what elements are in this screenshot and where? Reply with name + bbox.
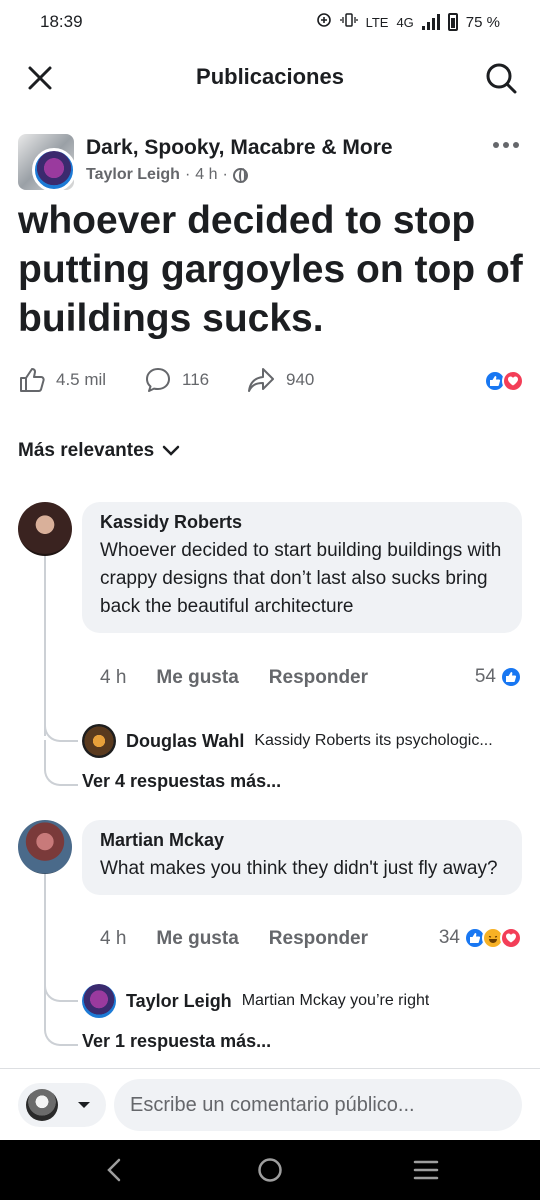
reply-text: Martian Mckay you’re right — [241, 992, 430, 1009]
group-name[interactable]: Dark, Spooky, Macabre & More — [86, 136, 393, 160]
share-count: 940 — [286, 370, 315, 389]
comment-reactions[interactable]: 54 — [475, 666, 522, 688]
post-meta: Taylor Leigh · 4 h · — [86, 166, 248, 184]
volte-label: LTE — [365, 14, 389, 30]
commenter-avatar[interactable] — [18, 502, 72, 556]
comment-bubble[interactable]: Martian Mckay What makes you think they … — [82, 820, 522, 895]
post-as-selector[interactable] — [18, 1083, 106, 1127]
more-options-button[interactable] — [488, 130, 524, 160]
thread-branch — [44, 966, 78, 1002]
thread-branch — [44, 740, 78, 786]
network-label: 4G — [396, 14, 414, 30]
reaction-stack — [464, 927, 522, 949]
thread-branch — [44, 1000, 78, 1046]
page-title: Publicaciones — [196, 64, 344, 89]
comment-sort-dropdown[interactable]: Más relevantes — [18, 440, 180, 462]
post-reactions[interactable] — [484, 370, 524, 392]
comment-count: 116 — [182, 370, 210, 389]
comment-time[interactable]: 4 h — [100, 667, 126, 689]
post-text: whoever decided to stop putting gargoyle… — [18, 199, 523, 340]
reply-preview[interactable]: Taylor Leigh Martian Mckay you’re right — [82, 984, 522, 1018]
reply-text: Kassidy Roberts its psychologic... — [254, 732, 493, 749]
meta-separator: · — [184, 166, 191, 183]
chevron-down-icon — [163, 445, 180, 456]
battery-icon — [447, 13, 458, 31]
view-more-replies[interactable]: Ver 1 respuesta más... — [82, 1031, 271, 1052]
love-reaction-icon — [500, 927, 522, 949]
search-icon — [486, 63, 517, 94]
reply-author[interactable]: Taylor Leigh — [126, 991, 232, 1012]
thumbs-up-icon — [20, 368, 45, 392]
back-icon — [107, 1158, 121, 1182]
current-user-avatar — [26, 1089, 58, 1121]
globe-icon — [232, 167, 248, 183]
share-button[interactable]: 940 — [246, 366, 314, 394]
menu-icon — [413, 1160, 439, 1180]
home-icon — [258, 1158, 282, 1182]
comment-reactions[interactable]: 34 — [439, 927, 522, 949]
group-avatar[interactable] — [18, 134, 74, 190]
reply-avatar[interactable] — [82, 984, 116, 1018]
like-count: 4.5 mil — [56, 370, 107, 389]
more-horizontal-icon — [493, 142, 519, 148]
comment-composer: Escribe un comentario público... — [0, 1068, 540, 1140]
signal-icon — [421, 14, 440, 30]
comment-reaction-count: 54 — [474, 666, 496, 687]
comment-like-button[interactable]: Me gusta — [156, 928, 238, 950]
post-header: Dark, Spooky, Macabre & More Taylor Leig… — [0, 130, 540, 192]
post-actions: 4.5 mil 116 940 — [18, 366, 524, 398]
comment-actions: 4 h Me gusta Responder — [100, 667, 368, 689]
battery-percent: 75 % — [465, 13, 500, 31]
reply-preview[interactable]: Douglas Wahl Kassidy Roberts its psychol… — [82, 724, 522, 758]
comment-reply-button[interactable]: Responder — [269, 667, 368, 689]
nav-home-button[interactable] — [256, 1156, 284, 1184]
view-more-replies[interactable]: Ver 4 respuestas más... — [82, 771, 281, 792]
author-avatar[interactable] — [32, 148, 74, 190]
comment-icon — [146, 368, 170, 392]
comment-input[interactable]: Escribe un comentario público... — [114, 1079, 522, 1131]
nav-back-button[interactable] — [100, 1156, 128, 1184]
data-saver-icon — [316, 12, 332, 32]
commenter-name[interactable]: Martian Mckay — [100, 830, 504, 851]
top-app-bar: Publicaciones — [0, 50, 540, 106]
reply-avatar[interactable] — [82, 724, 116, 758]
love-reaction-icon — [502, 370, 524, 392]
comment-text: Whoever decided to start building buildi… — [100, 540, 502, 617]
status-bar: 18:39 LTE 4G 75 % — [0, 0, 540, 44]
system-nav-bar — [0, 1140, 540, 1200]
like-reaction-icon — [500, 666, 522, 688]
comment-text: What makes you think they didn't just fl… — [100, 858, 498, 879]
comment-like-button[interactable]: Me gusta — [156, 667, 238, 689]
post-time[interactable]: 4 h — [195, 166, 217, 184]
nav-recents-button[interactable] — [412, 1156, 440, 1184]
sort-label: Más relevantes — [18, 440, 155, 461]
status-time: 18:39 — [40, 12, 83, 31]
like-button[interactable]: 4.5 mil — [18, 366, 106, 394]
thread-branch — [44, 706, 78, 742]
comment-reply-button[interactable]: Responder — [269, 928, 368, 950]
post-author[interactable]: Taylor Leigh — [86, 166, 180, 184]
comment-actions: 4 h Me gusta Responder — [100, 928, 368, 950]
comment-reaction-count: 34 — [438, 927, 460, 948]
vibrate-icon — [339, 12, 358, 32]
status-icons: LTE 4G 75 % — [316, 12, 500, 32]
commenter-avatar[interactable] — [18, 820, 72, 874]
caret-down-icon — [78, 1102, 90, 1108]
comment-button[interactable]: 116 — [144, 366, 209, 394]
commenter-name[interactable]: Kassidy Roberts — [100, 512, 504, 533]
comment-time[interactable]: 4 h — [100, 928, 126, 950]
meta-separator: · — [222, 166, 228, 183]
search-button[interactable] — [482, 59, 520, 97]
share-icon — [248, 368, 274, 392]
reply-author[interactable]: Douglas Wahl — [126, 731, 244, 752]
comment-bubble[interactable]: Kassidy Roberts Whoever decided to start… — [82, 502, 522, 633]
